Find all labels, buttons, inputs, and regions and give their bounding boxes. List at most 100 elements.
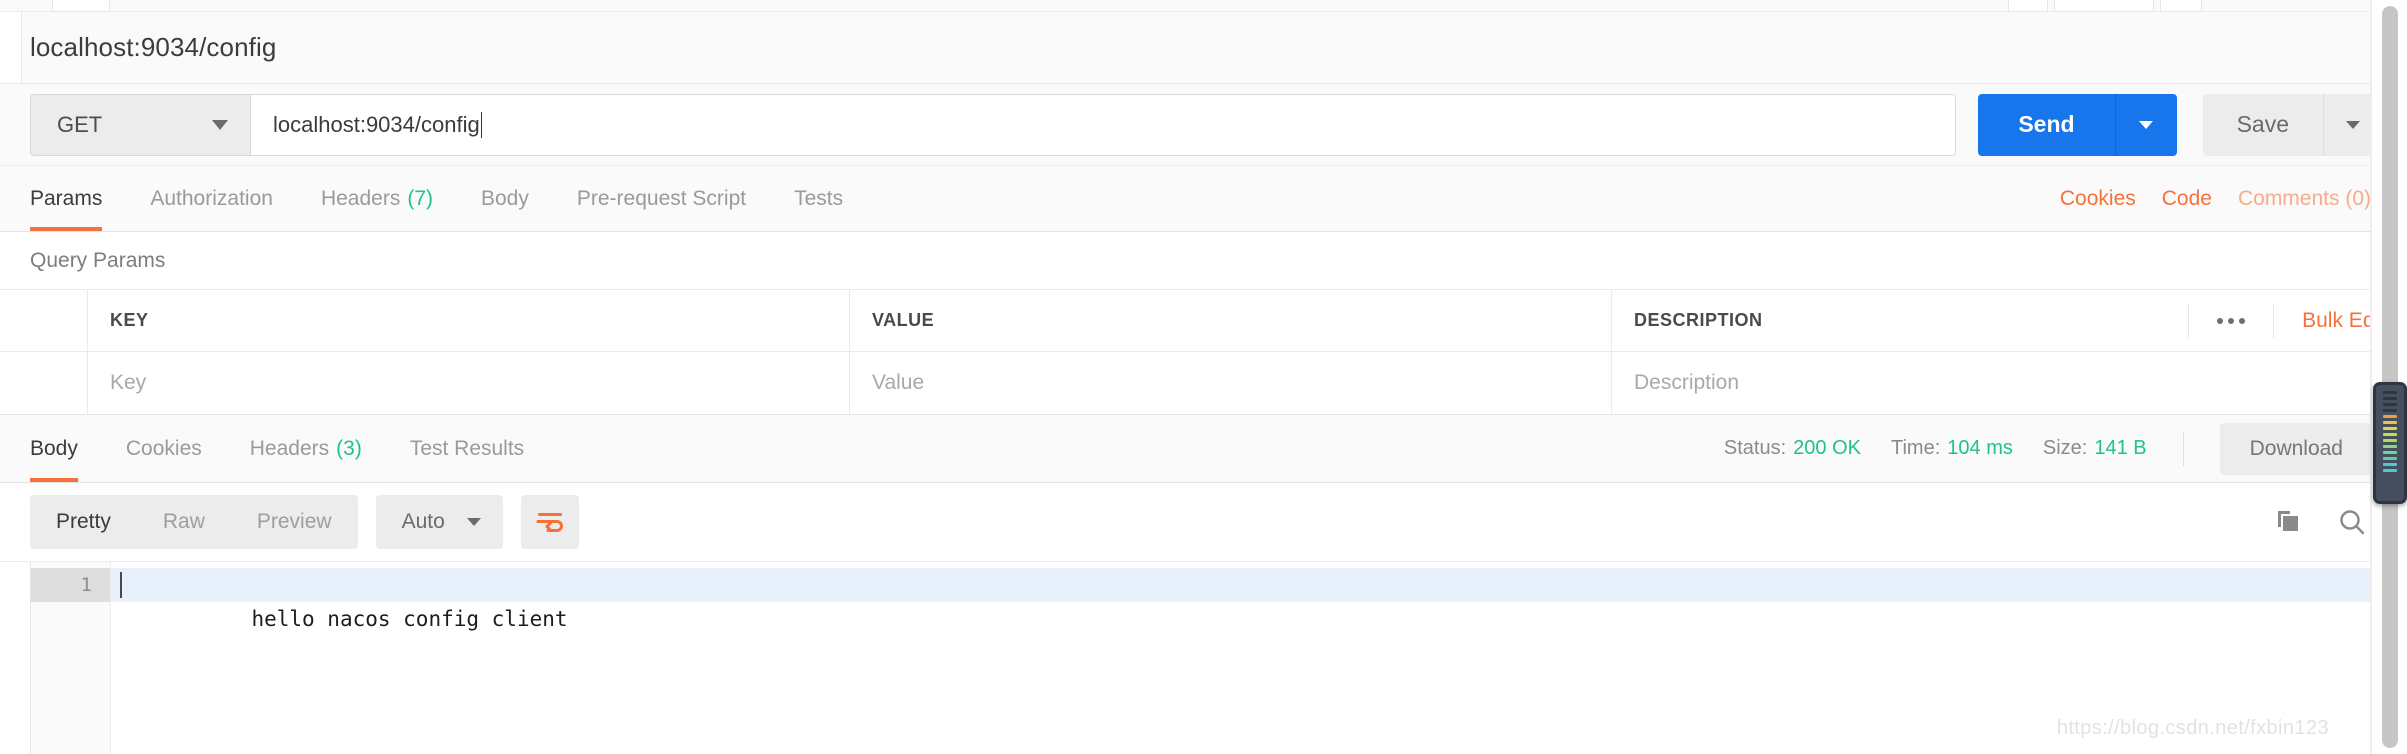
tab-label: Pre-request Script <box>576 186 747 210</box>
view-mode-label: Preview <box>256 510 332 533</box>
column-header-value: VALUE <box>872 310 935 330</box>
size-badge: Size: 141 B <box>2043 437 2147 460</box>
page-title: localhost:9034/config <box>30 32 277 62</box>
word-wrap-icon[interactable] <box>520 495 579 549</box>
query-params-title: Query Params <box>0 232 2407 290</box>
ghost-tab[interactable] <box>2008 0 2048 12</box>
copy-icon[interactable] <box>2273 507 2303 537</box>
chevron-down-icon <box>2139 120 2154 129</box>
view-mode-raw[interactable]: Raw <box>137 495 231 549</box>
cookies-link[interactable]: Cookies <box>2060 187 2136 211</box>
send-options-button[interactable] <box>2114 93 2177 156</box>
tab-authorization[interactable]: Authorization <box>126 166 297 231</box>
header-description-cell: DESCRIPTION Bulk Edit <box>1612 290 2407 351</box>
tab-label: Headers <box>249 436 330 460</box>
chevron-down-icon <box>2345 120 2360 129</box>
tab-headers[interactable]: Headers (7) <box>297 166 457 231</box>
tab-response-body[interactable]: Body <box>30 415 102 482</box>
status-badge: Status: 200 OK <box>1724 437 1861 460</box>
tab-label: Authorization <box>150 186 273 210</box>
value-placeholder: Value <box>872 371 925 394</box>
code-content[interactable]: hello nacos config client <box>111 562 2407 754</box>
code-link[interactable]: Code <box>2162 187 2212 211</box>
tab-tests[interactable]: Tests <box>770 166 867 231</box>
bulk-edit-button[interactable]: Bulk Edit <box>2274 309 2385 333</box>
time-badge: Time: 104 ms <box>1891 437 2013 460</box>
tab-label: Body <box>30 436 78 460</box>
send-button-group: Send <box>1978 93 2177 156</box>
tab-label: Test Results <box>409 436 525 460</box>
view-mode-pretty[interactable]: Pretty <box>30 495 137 549</box>
header-checkbox-cell <box>0 290 88 351</box>
tab-response-cookies[interactable]: Cookies <box>102 415 226 482</box>
divider <box>2182 431 2184 466</box>
equalizer-indicator-icon <box>2373 382 2407 504</box>
tab-test-results[interactable]: Test Results <box>386 415 548 482</box>
ghost-tab[interactable] <box>2160 0 2202 12</box>
table-header-actions: Bulk Edit <box>2188 303 2385 338</box>
save-button[interactable]: Save <box>2202 93 2323 156</box>
http-method-label: GET <box>57 111 103 137</box>
response-body-viewer: 1 hello nacos config client https://blog… <box>0 561 2407 754</box>
response-body-actions <box>2273 507 2377 537</box>
key-input[interactable]: Key <box>88 352 850 414</box>
save-button-group: Save <box>2202 93 2381 156</box>
ellipsis-icon[interactable] <box>2188 303 2275 338</box>
size-value: 141 B <box>2094 437 2147 459</box>
key-placeholder: Key <box>110 371 147 394</box>
left-rail <box>0 12 22 83</box>
value-input[interactable]: Value <box>850 352 1612 414</box>
status-label: Status: <box>1723 437 1787 459</box>
http-method-select[interactable]: GET <box>30 93 250 156</box>
tab-params[interactable]: Params <box>30 166 126 231</box>
request-tabs: Params Authorization Headers (7) Body Pr… <box>0 166 2407 232</box>
ghost-tab[interactable] <box>2054 0 2154 12</box>
request-url-input[interactable]: localhost:9034/config <box>250 93 1957 156</box>
response-body-toolbar: Pretty Raw Preview Auto <box>0 483 2407 561</box>
view-mode-switch: Pretty Raw Preview <box>30 495 358 549</box>
scrollbar-thumb[interactable] <box>2382 6 2398 748</box>
postman-window: localhost:9034/config GET localhost:9034… <box>0 0 2407 754</box>
search-icon[interactable] <box>2337 507 2367 537</box>
query-params-table: KEY VALUE DESCRIPTION Bulk Edit Key Valu… <box>0 290 2407 414</box>
tab-label: Body <box>481 186 529 210</box>
row-checkbox-cell[interactable] <box>0 352 88 414</box>
line-number-gutter: 1 <box>31 562 111 754</box>
code-editor[interactable]: 1 hello nacos config client <box>30 562 2407 754</box>
view-mode-preview[interactable]: Preview <box>231 495 358 549</box>
download-button[interactable]: Download <box>2219 422 2373 475</box>
tab-label: Cookies <box>125 436 202 460</box>
format-label: Auto <box>401 510 445 533</box>
ghost-tab[interactable] <box>52 0 110 12</box>
column-header-key: KEY <box>110 310 149 330</box>
text-cursor <box>480 111 483 138</box>
header-value-cell: VALUE <box>850 290 1612 351</box>
request-url-value: localhost:9034/config <box>273 111 480 137</box>
tab-label: Tests <box>794 186 844 210</box>
format-select[interactable]: Auto <box>375 495 503 549</box>
request-title-bar: localhost:9034/config <box>0 12 2407 84</box>
comments-link[interactable]: Comments (0) <box>2238 187 2371 211</box>
time-label: Time: <box>1891 437 1941 459</box>
line-number: 1 <box>31 568 110 602</box>
code-line: hello nacos config client <box>111 568 2407 631</box>
vertical-scrollbar[interactable] <box>2371 0 2407 754</box>
size-label: Size: <box>2042 437 2088 459</box>
tab-count-badge: (7) <box>407 186 433 210</box>
request-tab-strip <box>0 0 2407 12</box>
column-header-description: DESCRIPTION <box>1634 310 1763 330</box>
header-key-cell: KEY <box>88 290 850 351</box>
tab-label: Headers <box>320 186 401 210</box>
response-tabs: Body Cookies Headers (3) Test Results St… <box>0 415 2407 483</box>
chevron-down-icon <box>466 518 481 526</box>
status-value: 200 OK <box>1793 437 1861 459</box>
send-button[interactable]: Send <box>1978 93 2115 156</box>
request-tabs-actions: Cookies Code Comments (0) <box>2060 166 2377 231</box>
request-url-bar: GET localhost:9034/config Send Save <box>0 84 2407 166</box>
tab-pre-request-script[interactable]: Pre-request Script <box>553 166 770 231</box>
tab-body[interactable]: Body <box>457 166 553 231</box>
description-input[interactable]: Description <box>1612 352 2407 414</box>
tab-response-headers[interactable]: Headers (3) <box>226 415 386 482</box>
tab-count-badge: (3) <box>336 436 362 460</box>
time-value: 104 ms <box>1947 437 2013 459</box>
